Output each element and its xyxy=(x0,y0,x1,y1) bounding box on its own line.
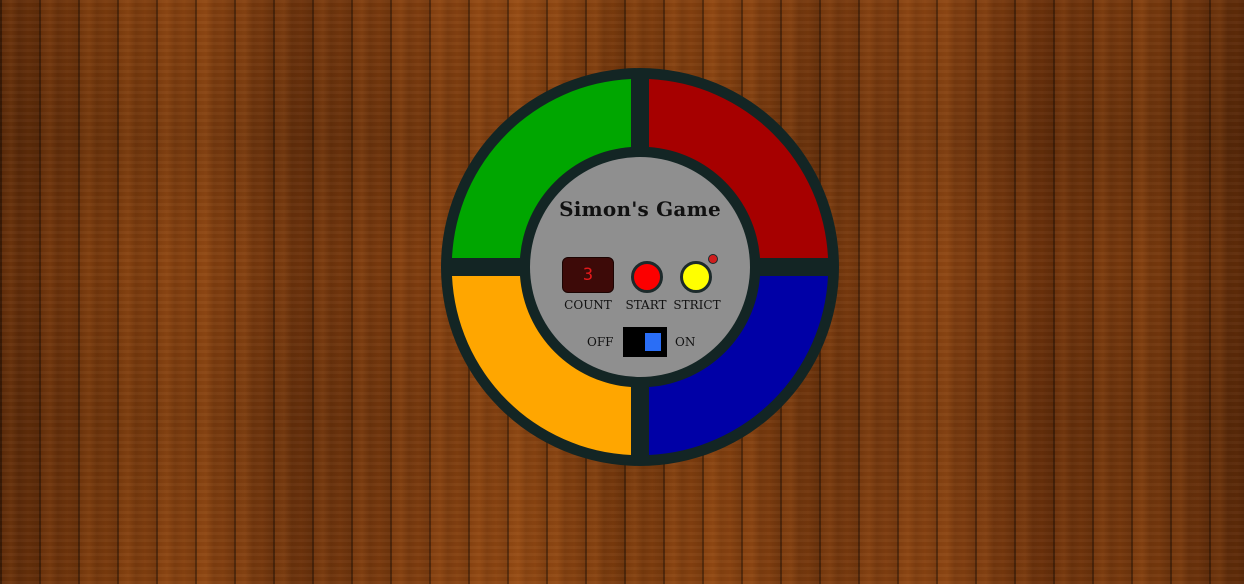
strict-button[interactable] xyxy=(680,261,712,293)
simon-board: Simon's Game 3 COUNT START STRICT OFF ON xyxy=(441,68,839,466)
start-label: START xyxy=(625,298,667,312)
power-row: OFF ON xyxy=(530,327,750,359)
power-switch-knob[interactable] xyxy=(645,333,661,351)
game-title: Simon's Game xyxy=(559,197,721,221)
strict-label: STRICT xyxy=(673,298,721,312)
start-button[interactable] xyxy=(631,261,663,293)
power-off-label: OFF xyxy=(587,335,614,349)
power-switch[interactable] xyxy=(623,327,667,357)
count-display: 3 xyxy=(562,257,614,293)
power-on-label: ON xyxy=(675,335,696,349)
count-label: COUNT xyxy=(564,298,612,312)
strict-led-indicator xyxy=(708,254,718,264)
control-panel: Simon's Game 3 COUNT START STRICT OFF ON xyxy=(530,157,750,377)
